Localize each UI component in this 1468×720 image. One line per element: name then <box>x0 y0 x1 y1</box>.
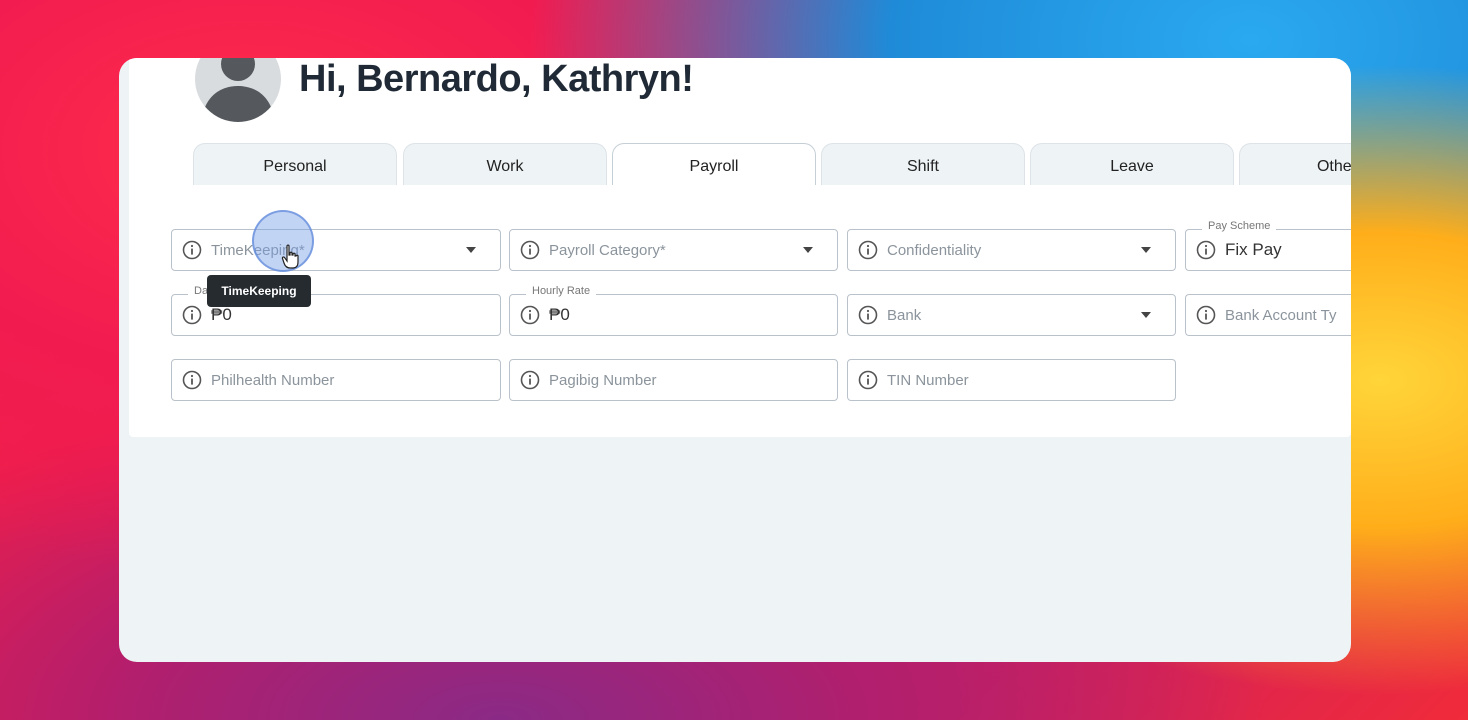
info-icon <box>182 240 202 260</box>
tab-label: Shift <box>906 157 939 175</box>
tab-label: Leave <box>1110 157 1154 175</box>
info-icon <box>858 305 878 325</box>
pay-scheme-field[interactable]: Pay Scheme Fix Pay <box>1185 220 1351 271</box>
chevron-down-icon[interactable] <box>1141 312 1151 318</box>
info-icon <box>1196 305 1216 325</box>
tooltip: TimeKeeping <box>207 275 311 307</box>
info-icon <box>858 240 878 260</box>
bank-select[interactable]: Bank <box>847 294 1176 336</box>
pagibig-number-field[interactable]: Pagibig Number <box>509 359 838 401</box>
hourly-rate-value: ₱0 <box>549 305 570 324</box>
pagibig-placeholder: Pagibig Number <box>549 371 657 389</box>
info-icon <box>1196 240 1216 260</box>
timekeeping-select[interactable]: TimeKeeping* <box>171 229 501 271</box>
info-icon <box>520 305 540 325</box>
tab-personal[interactable]: Personal <box>193 143 397 185</box>
tab-label: Work <box>486 157 524 175</box>
payroll-category-placeholder: Payroll Category* <box>549 241 666 259</box>
bank-account-type-placeholder: Bank Account Ty <box>1225 306 1337 324</box>
pay-scheme-label: Pay Scheme <box>1202 220 1277 232</box>
tab-payroll[interactable]: Payroll <box>612 143 816 185</box>
hand-pointer-icon <box>281 244 299 269</box>
tab-label: Payroll <box>689 157 739 175</box>
bank-account-type-select[interactable]: Bank Account Ty <box>1185 294 1351 336</box>
info-icon <box>182 370 202 390</box>
philhealth-number-field[interactable]: Philhealth Number <box>171 359 501 401</box>
tab-others[interactable]: Others <box>1239 143 1351 185</box>
info-icon <box>858 370 878 390</box>
bank-placeholder: Bank <box>887 306 922 324</box>
tab-leave[interactable]: Leave <box>1030 143 1234 185</box>
chevron-down-icon[interactable] <box>803 247 813 253</box>
hourly-rate-label: Hourly Rate <box>526 285 597 297</box>
tab-work[interactable]: Work <box>403 143 607 185</box>
info-icon <box>520 370 540 390</box>
tab-label: Personal <box>263 157 327 175</box>
pay-scheme-value: Fix Pay <box>1225 240 1282 259</box>
info-icon <box>520 240 540 260</box>
tab-label: Others <box>1316 157 1351 175</box>
confidentiality-placeholder: Confidentiality <box>887 241 982 259</box>
chevron-down-icon[interactable] <box>466 247 476 253</box>
daily-rate-value: ₱0 <box>211 305 232 324</box>
payroll-category-select[interactable]: Payroll Category* <box>509 229 838 271</box>
chevron-down-icon[interactable] <box>1141 247 1151 253</box>
confidentiality-select[interactable]: Confidentiality <box>847 229 1176 271</box>
avatar <box>195 58 281 122</box>
tab-shift[interactable]: Shift <box>821 143 1025 185</box>
tin-placeholder: TIN Number <box>887 371 969 389</box>
page-title: Hi, Bernardo, Kathryn! <box>299 58 694 100</box>
hourly-rate-field[interactable]: Hourly Rate ₱0 <box>509 285 838 336</box>
philhealth-placeholder: Philhealth Number <box>211 371 335 389</box>
tin-number-field[interactable]: TIN Number <box>847 359 1176 401</box>
info-icon <box>182 305 202 325</box>
